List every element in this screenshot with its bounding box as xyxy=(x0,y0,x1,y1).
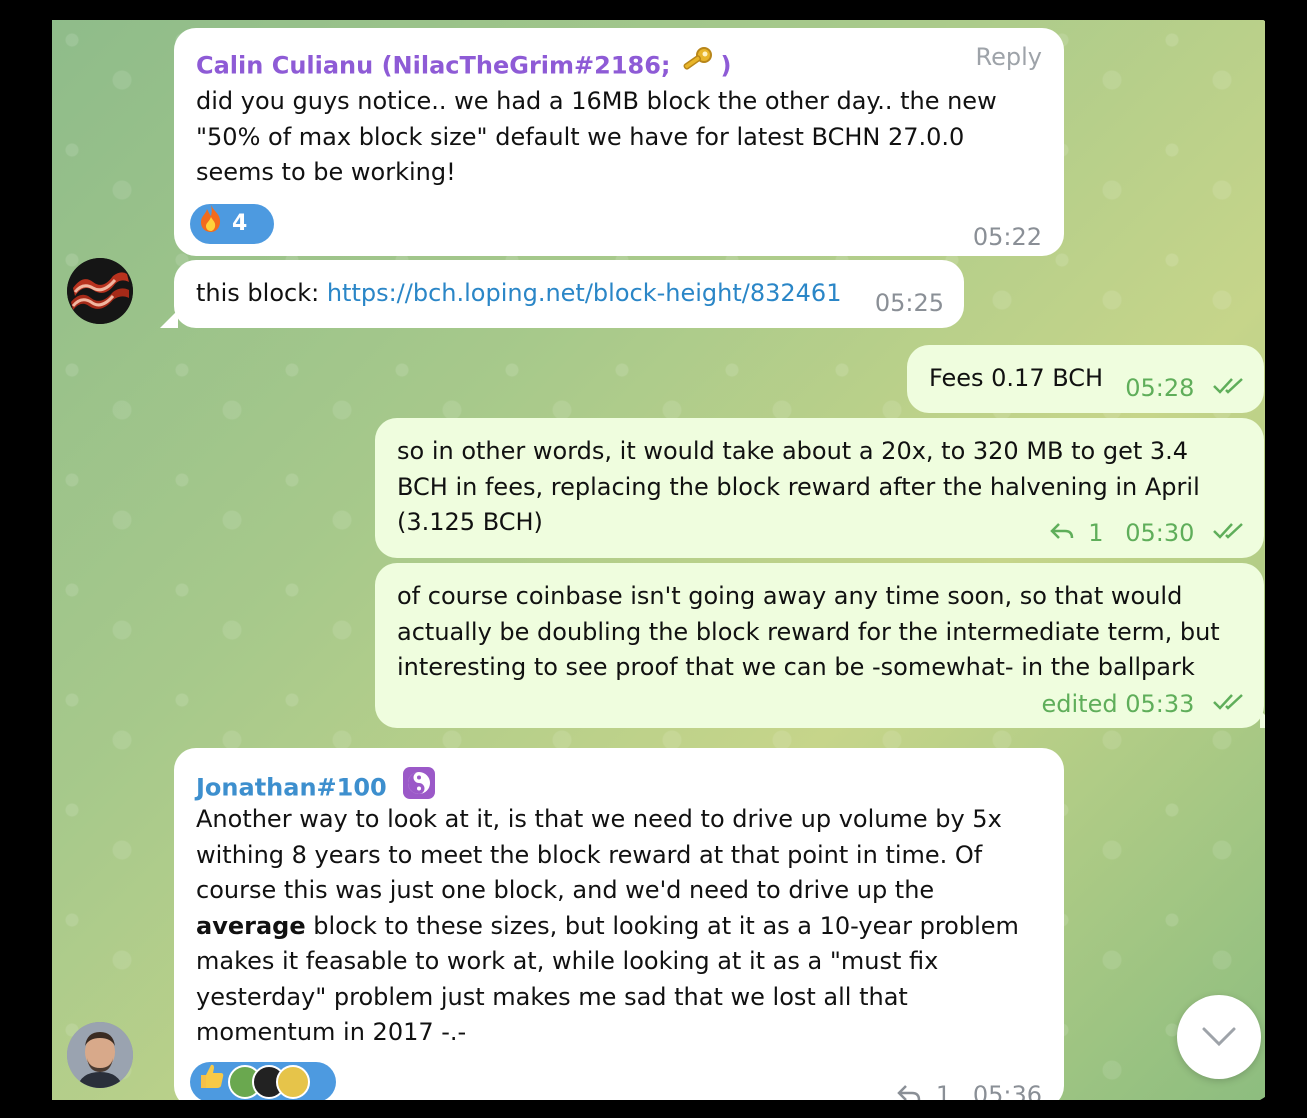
message-bubble[interactable]: Calin Culianu (NilacTheGrim#2186; ) Repl… xyxy=(174,28,1064,256)
message-bubble[interactable]: this block: https://bch.loping.net/block… xyxy=(174,260,964,328)
reply-count[interactable]: 1 xyxy=(936,1081,951,1100)
message-meta: 1 05:36 xyxy=(896,1078,1042,1100)
sender-name-suffix: ) xyxy=(720,51,732,80)
reaction-chip[interactable] xyxy=(190,1062,336,1100)
chevron-down-icon xyxy=(1201,1025,1237,1053)
text-line: seems to be working! xyxy=(196,158,456,186)
message-text: Fees 0.17 BCH xyxy=(929,364,1104,392)
message-bubble[interactable]: Fees 0.17 BCH 05:28 xyxy=(907,345,1264,413)
double-check-icon xyxy=(1212,687,1248,723)
message-time: 05:28 xyxy=(1125,374,1195,402)
message-time: 05:25 xyxy=(874,289,944,317)
avatar[interactable] xyxy=(67,1022,133,1088)
message-text: of course coinbase isn't going away any … xyxy=(397,579,1257,686)
double-check-icon xyxy=(1212,516,1248,552)
message-meta: 1 05:30 xyxy=(1049,516,1248,552)
text-line: Another way to look at it, is that we ne… xyxy=(196,805,1002,833)
edited-time: edited 05:33 xyxy=(1041,690,1195,718)
message-bubble[interactable]: of course coinbase isn't going away any … xyxy=(375,563,1264,728)
text-line: interesting to see proof that we can be … xyxy=(397,653,1195,681)
text-line: withing 8 years to meet the block reward… xyxy=(196,840,983,869)
message-time: 05:36 xyxy=(972,1081,1042,1100)
bubble-tail xyxy=(160,310,178,328)
reactor-avatar xyxy=(276,1065,310,1099)
message-time: 05:22 xyxy=(972,223,1042,251)
thumbs-up-icon xyxy=(196,1061,226,1100)
text-line: yesterday" problem just makes me sad tha… xyxy=(196,982,908,1011)
message-sender[interactable]: Calin Culianu (NilacTheGrim#2186; ) xyxy=(196,46,731,87)
text-line: average block to these sizes, but lookin… xyxy=(196,911,1019,940)
double-check-icon xyxy=(1212,371,1248,407)
fire-icon xyxy=(198,203,224,245)
bubble-tail xyxy=(1260,710,1265,728)
key-emoji-icon xyxy=(679,46,713,87)
avatar[interactable] xyxy=(67,258,133,324)
text-line: of course coinbase isn't going away any … xyxy=(397,582,1183,610)
message-bubble[interactable]: Jonathan#100 Another way to look at it, … xyxy=(174,748,1064,1100)
reply-button[interactable]: Reply xyxy=(976,40,1042,76)
text-line: momentum in 2017 -.- xyxy=(196,1018,467,1046)
sender-name[interactable]: Calin Culianu (NilacTheGrim#2186; xyxy=(196,51,679,79)
message-meta: edited 05:33 xyxy=(1041,687,1248,723)
message-meta: 05:28 xyxy=(1125,371,1248,407)
message-bubble[interactable]: so in other words, it would take about a… xyxy=(375,418,1264,558)
message-time: 05:30 xyxy=(1125,519,1195,547)
reply-arrow-icon[interactable] xyxy=(896,1078,922,1100)
message-text: did you guys notice.. we had a 16MB bloc… xyxy=(196,84,1056,191)
reply-count[interactable]: 1 xyxy=(1088,519,1103,547)
reaction-chip[interactable]: 4 xyxy=(190,204,274,244)
bold-word: average xyxy=(196,911,306,940)
scroll-to-bottom-button[interactable] xyxy=(1177,995,1261,1079)
text-line: actually be doubling the block reward fo… xyxy=(397,617,1220,646)
text-line: makes it feasable to work at, while look… xyxy=(196,947,939,975)
chat-area[interactable]: Calin Culianu (NilacTheGrim#2186; ) Repl… xyxy=(52,20,1265,1100)
message-text: this block: https://bch.loping.net/block… xyxy=(196,276,841,312)
sender-name[interactable]: Jonathan#100 xyxy=(196,773,387,801)
reaction-count: 4 xyxy=(232,211,248,237)
text-line: BCH in fees, replacing the block reward … xyxy=(397,472,1200,501)
message-text: Another way to look at it, is that we ne… xyxy=(196,802,1056,1051)
text-prefix: this block: xyxy=(196,279,327,307)
text-line: "50% of max block size" default we have … xyxy=(196,122,965,151)
reply-arrow-icon[interactable] xyxy=(1049,516,1075,552)
text-line: course this was just one block, and we'd… xyxy=(196,876,935,904)
block-link[interactable]: https://bch.loping.net/block-height/8324… xyxy=(327,279,842,307)
text-line: so in other words, it would take about a… xyxy=(397,437,1189,465)
text-line: did you guys notice.. we had a 16MB bloc… xyxy=(196,87,997,115)
window-frame: Calin Culianu (NilacTheGrim#2186; ) Repl… xyxy=(17,12,1285,1106)
